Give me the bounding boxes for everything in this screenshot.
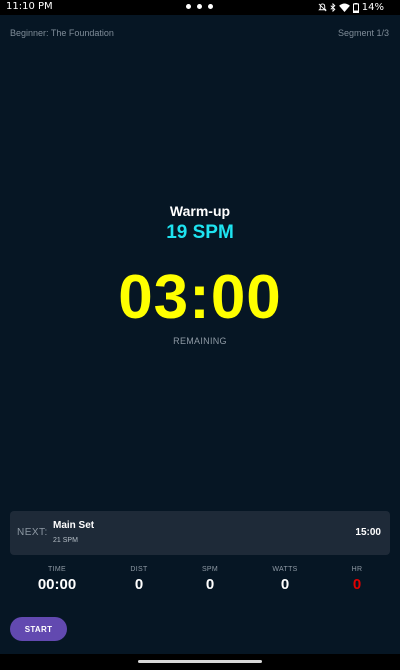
start-button[interactable]: START: [10, 617, 67, 641]
stat-dist: DIST 0: [109, 566, 169, 593]
stat-spm: SPM 0: [180, 566, 240, 593]
stat-value: 0: [205, 576, 215, 593]
next-segment-card: NEXT: Main Set 21 SPM 15:00: [10, 511, 390, 555]
stat-label: TIME: [48, 566, 66, 573]
status-icons: 14%: [318, 0, 384, 15]
mute-icon: [318, 3, 327, 12]
stat-label: SPM: [201, 566, 219, 573]
timer-caption: REMAINING: [173, 336, 227, 346]
app-screen: 11:10 PM 14% Beginner: The Foundation Se…: [0, 0, 400, 670]
stat-label: DIST: [130, 566, 148, 573]
status-bar: 11:10 PM 14%: [0, 0, 400, 15]
stat-value: 00:00: [37, 576, 77, 593]
workout-title: Beginner: The Foundation: [10, 28, 114, 38]
dot-icon: [197, 4, 202, 9]
stat-label: HR: [351, 566, 363, 573]
countdown-timer: 03:00: [118, 263, 282, 332]
stat-value: 0: [280, 576, 290, 593]
next-segment-duration: 15:00: [355, 527, 381, 538]
next-segment-spm: 21 SPM: [53, 537, 78, 544]
current-segment-name: Warm-up: [169, 203, 231, 219]
nav-bar: [0, 654, 400, 670]
next-label: NEXT:: [17, 527, 48, 538]
current-segment-spm: 19 SPM: [166, 222, 234, 243]
wifi-icon: [338, 3, 350, 12]
dot-icon: [208, 4, 213, 9]
bluetooth-icon: [330, 3, 336, 12]
battery-icon: [352, 2, 359, 13]
notification-dots: [186, 4, 213, 9]
stats-row: TIME 00:00 DIST 0 SPM 0 WATTS 0 HR 0: [0, 566, 400, 600]
stat-value: 0: [134, 576, 144, 593]
home-indicator[interactable]: [138, 660, 262, 663]
next-segment-name: Main Set: [53, 520, 95, 531]
status-time: 11:10 PM: [6, 1, 53, 12]
stat-value-hr: 0: [352, 576, 362, 593]
dot-icon: [186, 4, 191, 9]
segment-indicator: Segment 1/3: [337, 28, 389, 38]
battery-percent: 14%: [361, 2, 384, 13]
stat-hr: HR 0: [327, 566, 387, 593]
stat-label: WATTS: [272, 566, 298, 573]
stat-watts: WATTS 0: [255, 566, 315, 593]
stat-time: TIME 00:00: [27, 566, 87, 593]
